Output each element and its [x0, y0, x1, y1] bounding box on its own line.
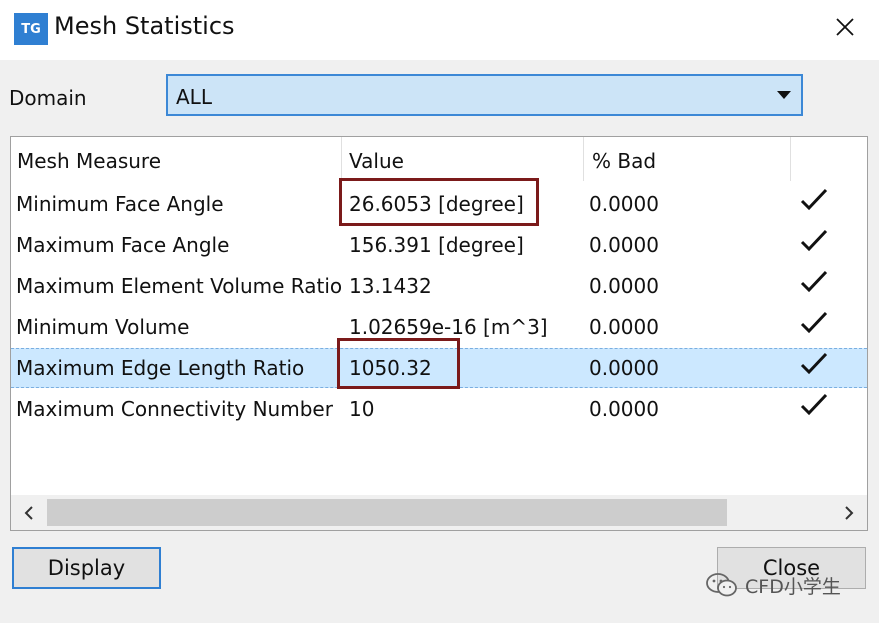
domain-label: Domain [9, 86, 87, 110]
highlight-box-min-face-angle [339, 178, 539, 226]
row-measure[interactable]: Maximum Element Volume Ratio [16, 274, 342, 298]
row-value[interactable]: 10 [349, 397, 374, 421]
checkmark-icon [800, 352, 828, 375]
highlight-box-max-edge-length-ratio [337, 338, 460, 389]
row-percent-bad[interactable]: 0.0000 [589, 356, 659, 380]
checkmark-icon [800, 188, 828, 211]
watermark: CFD小学生 [705, 568, 865, 602]
checkmark-icon [800, 393, 828, 416]
app-icon: TG [14, 13, 48, 45]
window-title: Mesh Statistics [54, 12, 235, 40]
checkmark-icon [800, 270, 828, 293]
row-measure[interactable]: Minimum Volume [16, 315, 189, 339]
column-divider [790, 137, 791, 181]
row-measure[interactable]: Minimum Face Angle [16, 192, 224, 216]
row-value[interactable]: 156.391 [degree] [349, 233, 524, 257]
title-bar: TG Mesh Statistics [0, 0, 879, 60]
horizontal-scrollbar[interactable] [11, 495, 867, 530]
scroll-left-arrow-icon[interactable] [11, 495, 47, 530]
row-measure[interactable]: Maximum Edge Length Ratio [16, 356, 304, 380]
display-button[interactable]: Display [12, 547, 161, 589]
wechat-icon [706, 573, 737, 597]
row-value[interactable]: 13.1432 [349, 274, 432, 298]
domain-selected-value: ALL [176, 85, 212, 109]
checkmark-icon [800, 311, 828, 334]
row-percent-bad[interactable]: 0.0000 [589, 233, 659, 257]
column-divider [583, 137, 584, 181]
row-measure[interactable]: Maximum Face Angle [16, 233, 229, 257]
row-percent-bad[interactable]: 0.0000 [589, 397, 659, 421]
row-measure[interactable]: Maximum Connectivity Number [16, 397, 333, 421]
column-divider [341, 137, 342, 181]
row-percent-bad[interactable]: 0.0000 [589, 315, 659, 339]
column-header-bad[interactable]: % Bad [592, 149, 656, 173]
row-percent-bad[interactable]: 0.0000 [589, 192, 659, 216]
scroll-right-arrow-icon[interactable] [831, 495, 867, 530]
row-value[interactable]: 1.02659e-16 [m^3] [349, 315, 548, 339]
watermark-text: CFD小学生 [745, 575, 841, 598]
column-header-measure[interactable]: Mesh Measure [17, 149, 161, 173]
mesh-statistics-table: Mesh Measure Value % Bad Minimum Face An… [10, 136, 868, 531]
checkmark-icon [800, 229, 828, 252]
close-icon[interactable] [830, 12, 860, 42]
column-header-value[interactable]: Value [349, 149, 404, 173]
scrollbar-thumb[interactable] [47, 499, 727, 526]
row-percent-bad[interactable]: 0.0000 [589, 274, 659, 298]
domain-select[interactable]: ALL [166, 74, 803, 116]
chevron-down-icon [777, 91, 791, 99]
